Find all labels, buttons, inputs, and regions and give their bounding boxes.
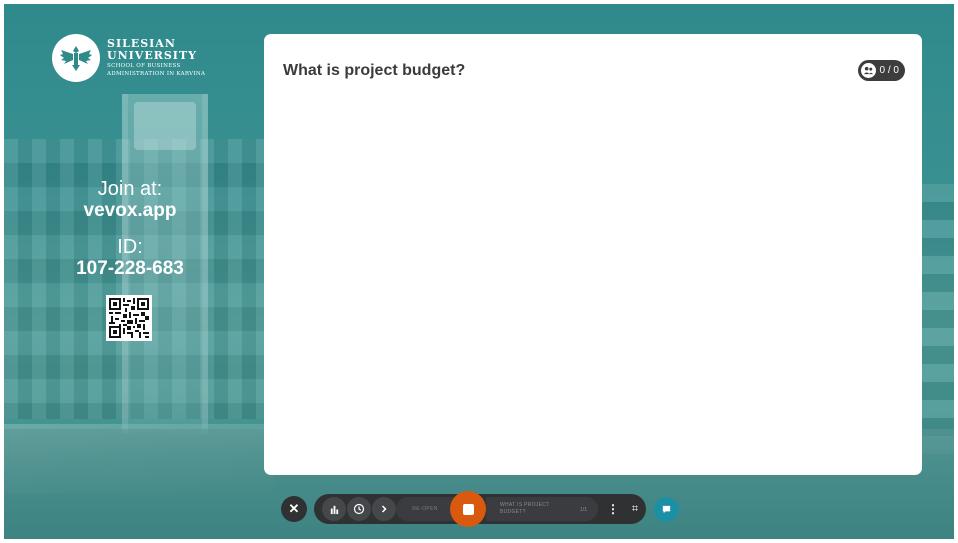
question-counter: 1/1 [580,507,587,513]
question-selector-label: WHAT IS PROJECT BUDGET? [500,502,550,515]
next-button[interactable] [372,497,396,521]
timer-button[interactable] [347,497,371,521]
join-url: vevox.app [83,200,177,221]
stop-voting-button[interactable] [450,491,486,527]
eagle-emblem-icon [52,34,100,82]
bar-chart-icon [330,505,338,514]
logo-title-line2: UNIVERSITY [107,49,197,62]
more-options-button[interactable]: ⋮ [606,499,620,519]
question-card: What is project budget? 0 / 0 [264,34,922,475]
clock-icon [353,503,365,515]
close-icon: ✕ [288,501,300,516]
hash-icon: ⌗ [631,502,639,515]
session-id-label: ID: [117,236,143,258]
university-logo: SILESIAN UNIVERSITY SCHOOL OF BUSINESS A… [52,34,205,82]
join-label: Join at: [97,178,163,200]
background-clock [134,102,196,150]
results-chart-button[interactable] [322,497,346,521]
participants-icon [860,63,876,78]
response-count: 0 / 0 [879,65,899,76]
vertical-dots-icon: ⋮ [607,502,619,516]
settings-button[interactable]: ⌗ [625,497,645,521]
session-id-value: 107-228-683 [76,258,184,279]
stop-icon [462,503,474,515]
chevron-right-icon [381,505,387,513]
qr-code[interactable] [106,295,152,341]
join-panel: Join at: vevox.app ID: 107-228-683 [30,178,230,280]
logo-subtitle-line2: ADMINISTRATION IN KARVINA [107,71,206,77]
response-count-badge: 0 / 0 [857,60,905,81]
logo-subtitle-line1: SCHOOL OF BUSINESS [107,63,181,69]
reopen-button[interactable]: RE-OPEN [396,497,454,521]
chat-icon [662,505,671,514]
close-button[interactable]: ✕ [281,496,307,522]
messages-button[interactable] [654,497,679,522]
question-title: What is project budget? [283,62,466,79]
